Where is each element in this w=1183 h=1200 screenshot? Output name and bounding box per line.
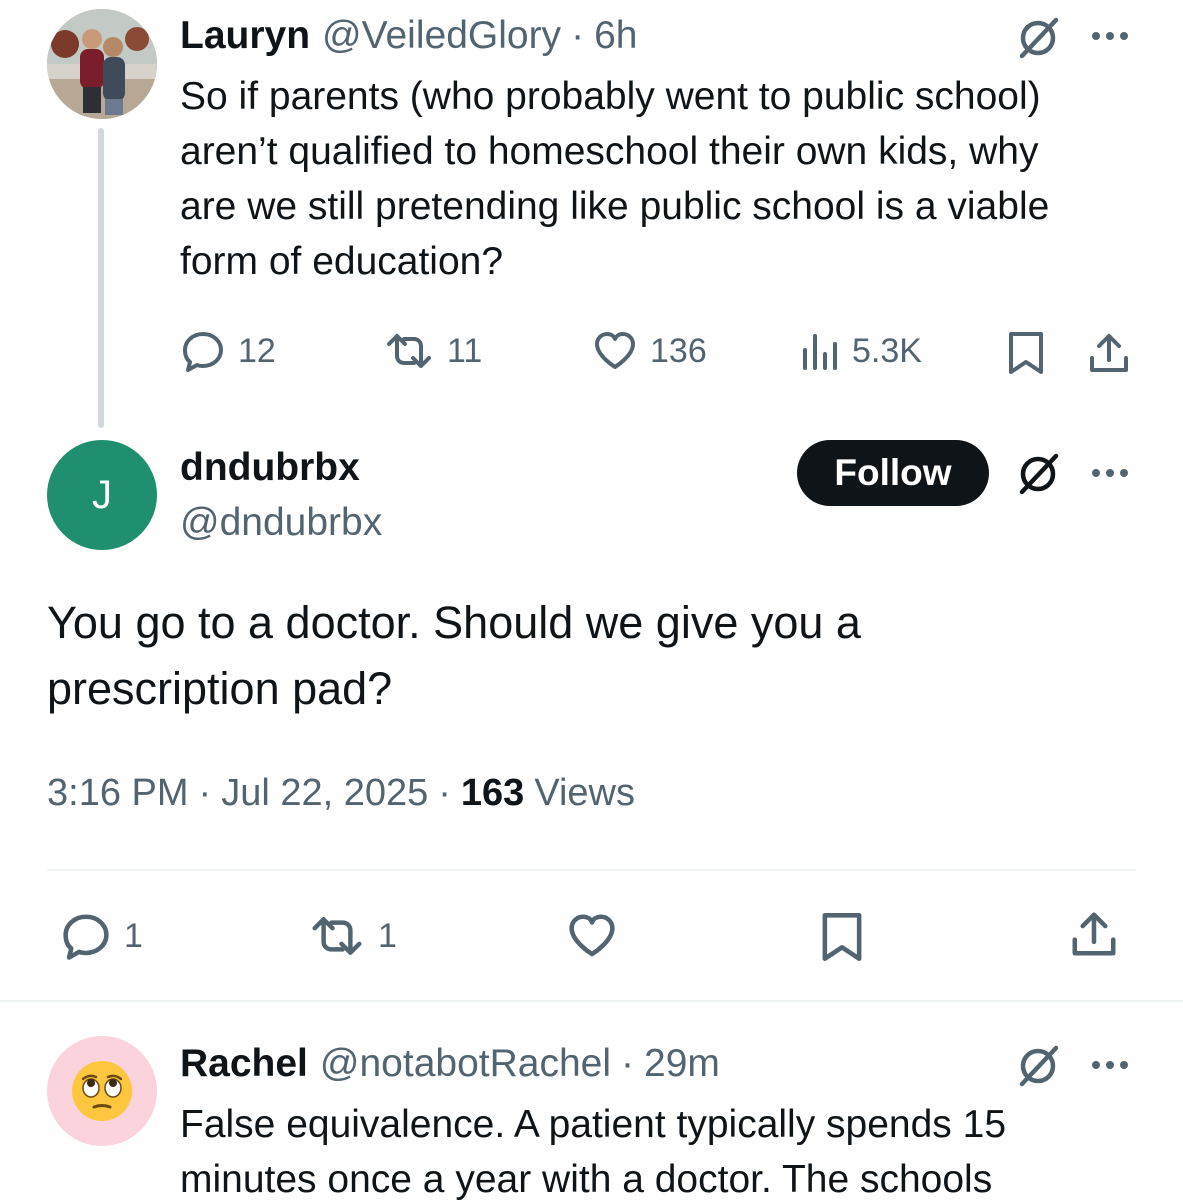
tweet1-reply-count: 12 [238, 331, 276, 370]
tweet1-like-count: 136 [650, 331, 707, 370]
tweet1-repost-count: 11 [447, 331, 483, 370]
tweet2-view-count: 163 [460, 772, 525, 814]
repost-icon [383, 328, 435, 374]
tweet1-line: form of education? [180, 240, 504, 283]
tweet3-text: False equivalence. A patient typically s… [180, 1097, 1006, 1200]
tweet1-line: aren’t qualified to homeschool their own… [180, 130, 1039, 173]
tweet2-reply-count: 1 [124, 916, 143, 955]
thread-connector [98, 128, 104, 428]
tweet1-header: Lauryn @VeiledGlory · 6h [180, 14, 637, 58]
tweet1-author-name[interactable]: Lauryn [180, 14, 310, 58]
tweet3-author-name[interactable]: Rachel [180, 1042, 308, 1086]
tweet1-views-button[interactable]: 5.3K [800, 328, 922, 374]
grok-icon[interactable] [1014, 450, 1062, 498]
more-icon[interactable] [1088, 463, 1132, 483]
tweet3-header: Rachel @notabotRachel · 29m [180, 1042, 720, 1086]
tweet1-handle[interactable]: @VeiledGlory [322, 14, 561, 58]
like-icon [592, 328, 638, 374]
tweet1-view-count: 5.3K [852, 331, 922, 370]
more-icon[interactable] [1088, 1055, 1132, 1075]
avatar-letter: J [92, 472, 112, 517]
tweet2-repost-button[interactable]: 1 [308, 910, 397, 962]
tweet1-line: are we still pretending like public scho… [180, 185, 1050, 228]
grok-icon[interactable] [1014, 14, 1062, 62]
tweet2-views-label: Views [534, 772, 635, 814]
tweet2-time[interactable]: 3:16 PM [47, 772, 189, 815]
tweet2-author-name[interactable]: dndubrbx [180, 446, 360, 490]
rolling-eyes-emoji [72, 1061, 132, 1121]
tweet2-author-name-row: dndubrbx [180, 446, 360, 490]
avatar-lauryn[interactable] [47, 9, 157, 119]
tweet2-line: prescription pad? [47, 663, 393, 714]
tweet1-time[interactable]: 6h [594, 14, 637, 58]
tweet2-repost-count: 1 [378, 916, 397, 955]
meta-separator: · [438, 772, 451, 814]
bookmark-icon[interactable] [1005, 330, 1047, 376]
more-icon[interactable] [1088, 26, 1132, 46]
tweet3-separator: · [621, 1042, 635, 1085]
tweet2-reply-button[interactable]: 1 [60, 910, 143, 962]
avatar-rachel[interactable] [47, 1036, 157, 1146]
tweet1-like-button[interactable]: 136 [592, 328, 707, 374]
tweet3-line: False equivalence. A patient typically s… [180, 1103, 1007, 1146]
tweet2-meta: 3:16 PM · Jul 22, 2025 · 163 Views [47, 772, 635, 815]
tweet2-text: You go to a doctor. Should we give you a… [47, 590, 861, 722]
grok-icon[interactable] [1014, 1042, 1062, 1090]
avatar-dndubrbx[interactable]: J [47, 440, 157, 550]
bookmark-icon[interactable] [818, 910, 866, 964]
tweet1-line: So if parents (who probably went to publ… [180, 75, 1041, 118]
divider [47, 869, 1136, 871]
tweet2-handle-row: @dndubrbx [180, 501, 382, 545]
divider [0, 1000, 1183, 1002]
meta-separator: · [198, 772, 212, 814]
tweet1-repost-button[interactable]: 11 [383, 328, 482, 374]
tweet1-text: So if parents (who probably went to publ… [180, 69, 1049, 289]
tweet1-reply-button[interactable]: 12 [180, 328, 276, 374]
reply-icon [180, 328, 226, 374]
share-icon[interactable] [1068, 908, 1120, 960]
avatar-photo [47, 9, 157, 119]
repost-icon [308, 910, 366, 962]
views-icon [800, 328, 840, 374]
share-icon[interactable] [1086, 330, 1132, 376]
tweet3-time[interactable]: 29m [644, 1042, 720, 1086]
tweet2-handle[interactable]: @dndubrbx [180, 501, 382, 545]
tweet2-date[interactable]: Jul 22, 2025 [221, 772, 428, 815]
follow-button[interactable]: Follow [797, 440, 989, 506]
tweet3-line: minutes once a year with a doctor. The s… [180, 1158, 993, 1200]
reply-icon [60, 910, 112, 962]
tweet2-line: You go to a doctor. Should we give you a [47, 597, 861, 648]
like-icon[interactable] [566, 910, 618, 962]
tweet1-separator: · [571, 14, 585, 57]
tweet3-handle[interactable]: @notabotRachel [320, 1042, 611, 1086]
thread-view: Lauryn @VeiledGlory · 6h So if parents (… [0, 0, 1183, 1200]
